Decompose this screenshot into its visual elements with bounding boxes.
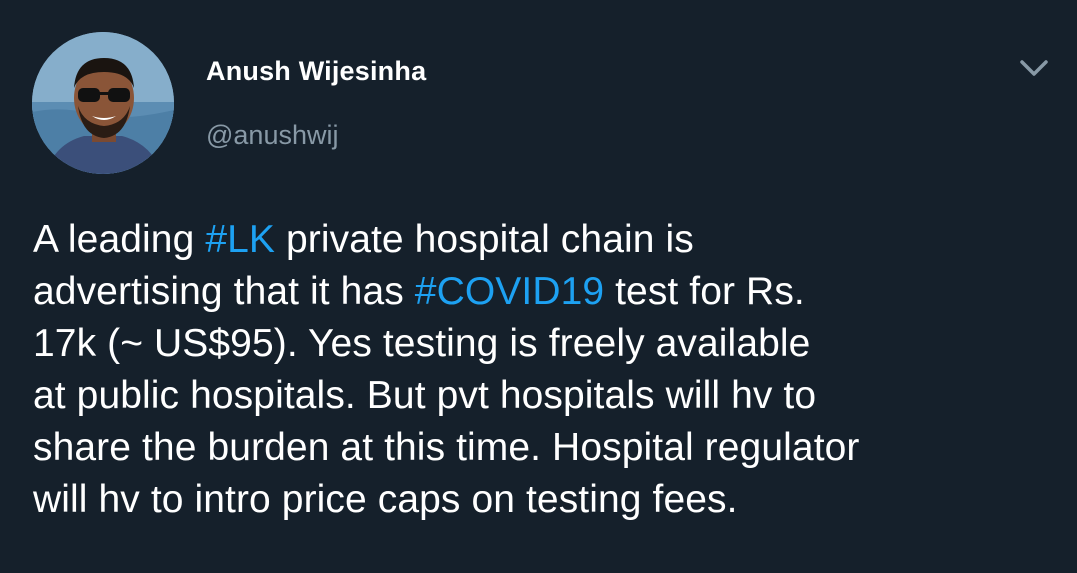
hashtag-link[interactable]: #COVID19 [415,270,604,313]
tweet-line: A leading #LK private hospital chain is [33,214,1063,266]
author-avatar[interactable] [32,32,174,174]
chevron-down-icon[interactable] [1012,50,1056,86]
tweet-card: Anush Wijesinha @anushwij A leading #LK … [0,0,1077,573]
tweet-text-segment: test for Rs. [604,270,805,313]
author-handle[interactable]: @anushwij [206,120,338,151]
tweet-line: at public hospitals. But pvt hospitals w… [33,374,817,417]
author-name[interactable]: Anush Wijesinha [206,56,426,87]
tweet-line: 17k (~ US$95). Yes testing is freely ava… [33,322,811,365]
hashtag-link[interactable]: #LK [205,218,275,261]
tweet-text-segment: A leading [33,218,206,261]
tweet-line: advertising that it has #COVID19 test fo… [33,266,1063,318]
tweet-text: A leading #LK private hospital chain is … [33,214,1063,526]
tweet-text-segment: advertising that it has [33,270,415,313]
tweet-line: will hv to intro price caps on testing f… [33,478,738,521]
tweet-text-segment: private hospital chain is [275,218,694,261]
avatar-photo-icon [32,32,174,174]
tweet-line: share the burden at this time. Hospital … [33,426,860,469]
